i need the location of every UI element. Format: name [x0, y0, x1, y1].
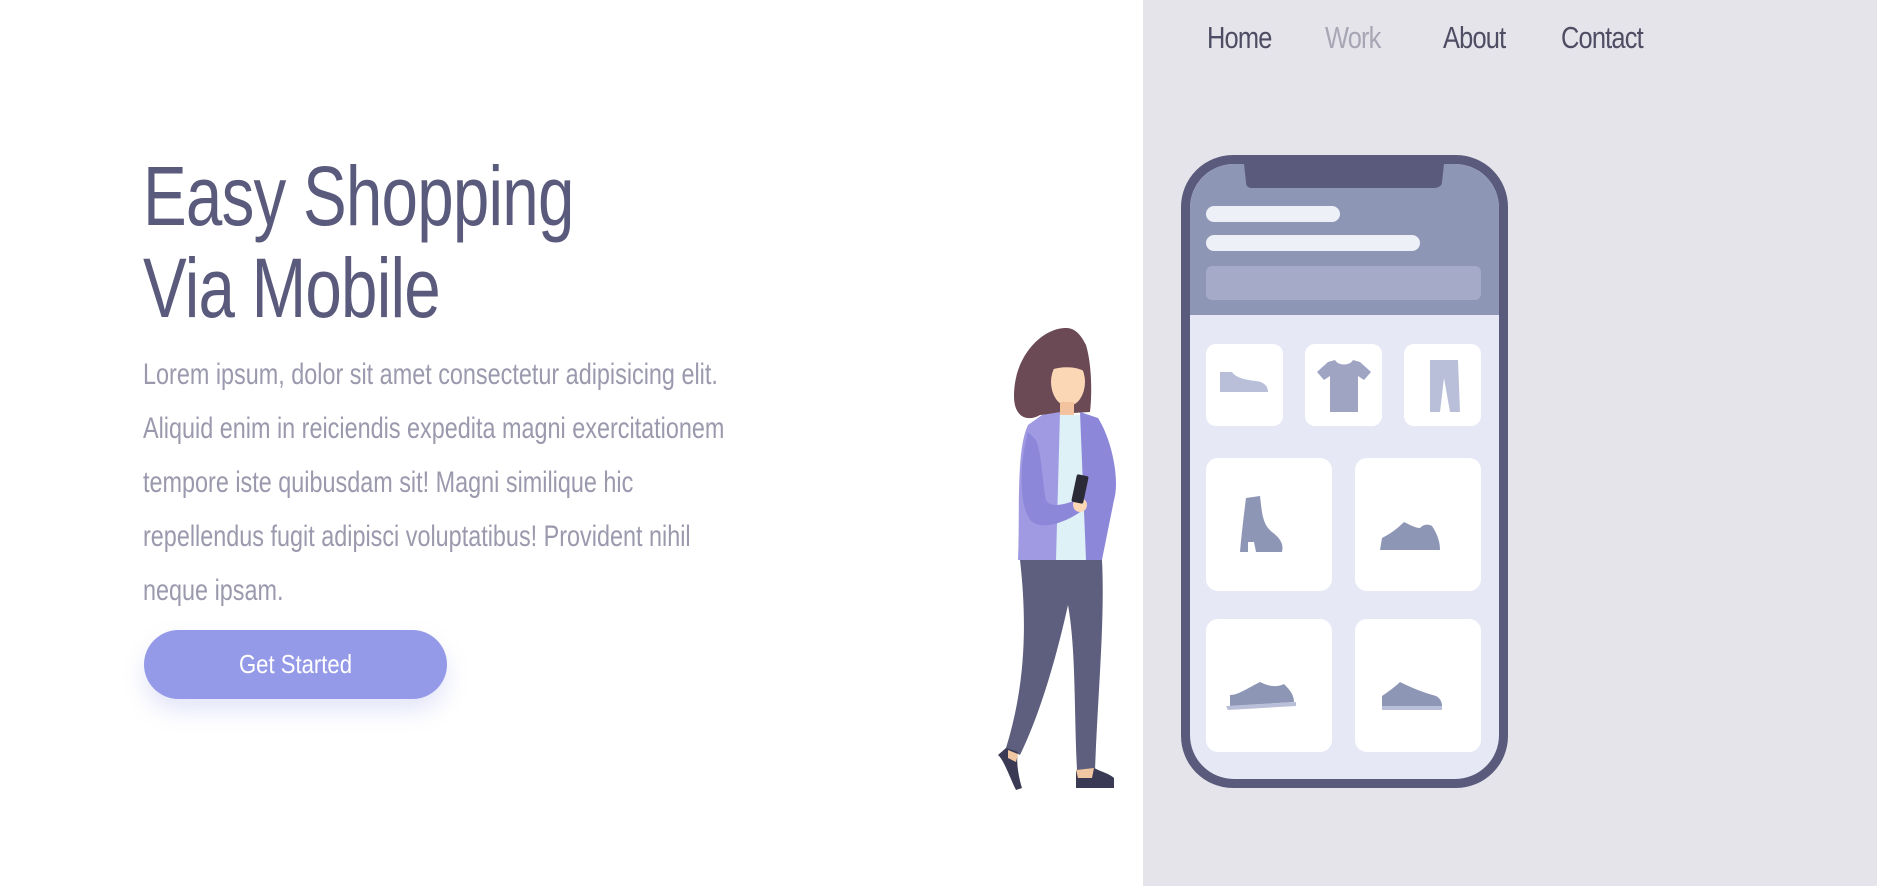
nav-contact[interactable]: Contact [1561, 20, 1644, 56]
hero-title: Easy Shopping Via Mobile [143, 150, 574, 334]
woman-figure [998, 328, 1117, 790]
get-started-label: Get Started [238, 649, 353, 679]
top-nav: Home Work About Contact [1207, 20, 1644, 56]
nav-about[interactable]: About [1443, 20, 1506, 56]
hero-description: Lorem ipsum, dolor sit amet consectetur … [143, 358, 725, 607]
hero-title-line-2: Via Mobile [143, 241, 441, 335]
nav-home[interactable]: Home [1207, 20, 1272, 56]
hero-title-line-1: Easy Shopping [143, 149, 574, 243]
shopping-illustration [998, 155, 1508, 790]
nav-work[interactable]: Work [1325, 20, 1381, 56]
get-started-button[interactable]: Get Started [144, 630, 447, 699]
phone-mockup [1181, 155, 1508, 788]
